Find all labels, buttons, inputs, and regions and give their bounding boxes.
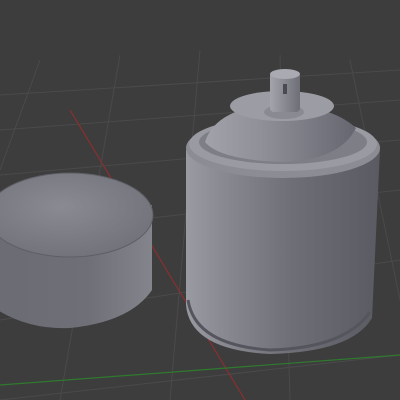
- cap-object[interactable]: [0, 172, 154, 329]
- spray-can-object[interactable]: [186, 69, 380, 354]
- viewport-scene[interactable]: [0, 0, 400, 400]
- y-axis-line: [0, 354, 400, 386]
- 3d-viewport[interactable]: [0, 0, 400, 400]
